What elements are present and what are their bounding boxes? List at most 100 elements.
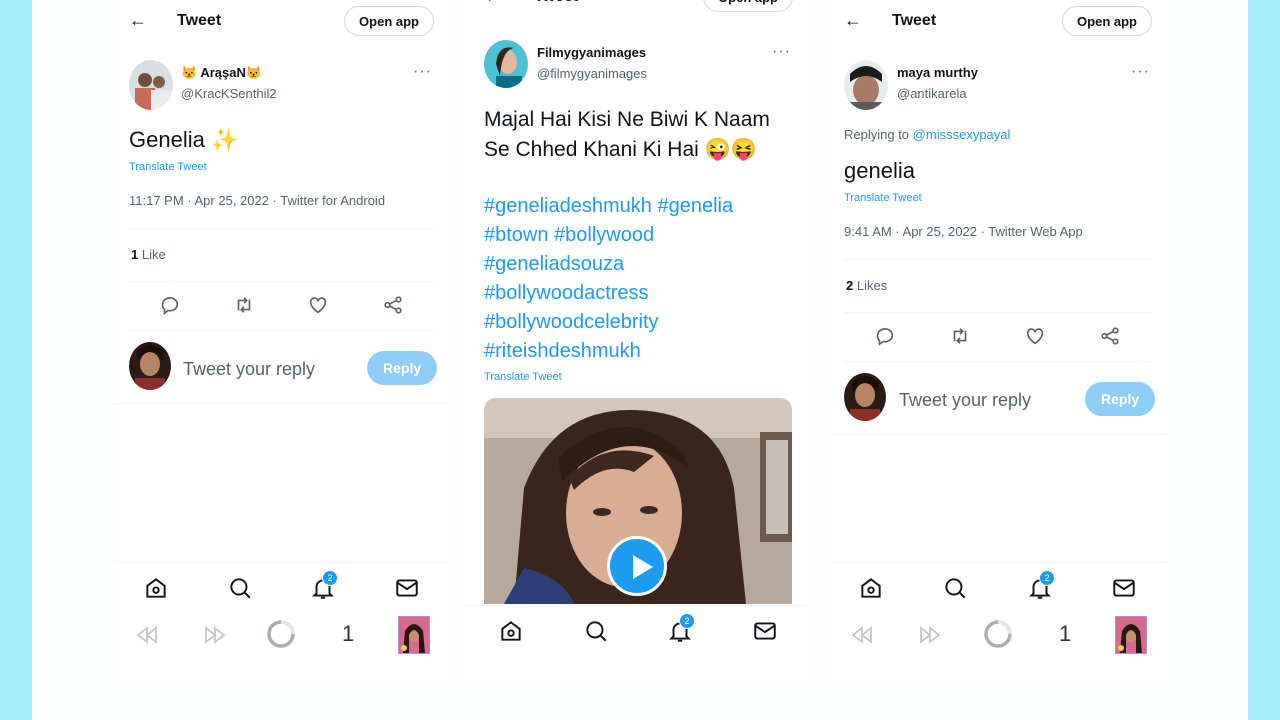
tweet-text: genelia: [844, 158, 915, 183]
divider: [844, 312, 1152, 313]
divider: [844, 259, 1152, 260]
notification-badge: 2: [1039, 570, 1055, 586]
media-counter: 1: [1059, 621, 1072, 646]
hashtag-line[interactable]: #bollywoodcelebrity: [484, 308, 733, 337]
tweet-header: ← Tweet Open app: [115, 0, 448, 44]
like-heart-icon[interactable]: [1024, 325, 1046, 347]
thumbnail-image[interactable]: [398, 616, 430, 654]
user-avatar[interactable]: [844, 373, 886, 421]
messages-icon[interactable]: [1111, 575, 1137, 601]
likes-number: 2: [846, 278, 854, 293]
likes-count[interactable]: 2 Likes: [846, 278, 887, 293]
messages-icon[interactable]: [752, 618, 778, 644]
translate-tweet-link[interactable]: Translate Tweet: [844, 192, 922, 204]
messages-icon[interactable]: [394, 575, 420, 601]
media-controls: 1: [115, 610, 448, 660]
tweet-header: ← Tweet Open app: [462, 0, 807, 20]
hashtag-line[interactable]: #geneliadeshmukh #genelia: [484, 192, 733, 221]
home-icon[interactable]: [498, 618, 524, 644]
reply-composer: Tweet your reply Reply: [115, 331, 448, 404]
more-options-icon[interactable]: ···: [1131, 63, 1150, 81]
tweet-header: ← Tweet Open app: [830, 0, 1166, 44]
replying-to: Replying to @misssexypayal: [844, 127, 1010, 142]
reply-button[interactable]: Reply: [367, 351, 438, 385]
author-name[interactable]: maya murthy: [897, 65, 978, 80]
retweet-icon[interactable]: [233, 294, 255, 316]
media-controls: 1: [830, 610, 1166, 660]
search-icon[interactable]: [227, 575, 253, 601]
back-arrow-icon[interactable]: ←: [129, 10, 147, 31]
likes-number: 1: [131, 247, 139, 262]
open-app-button[interactable]: Open app: [344, 6, 434, 36]
share-icon[interactable]: [1099, 325, 1121, 347]
reply-icon[interactable]: [159, 294, 181, 316]
reply-composer: Tweet your reply Reply: [830, 362, 1166, 435]
tweet-timestamp[interactable]: 11:17 PM · Apr 25, 2022 · Twitter for An…: [129, 193, 385, 208]
video-player[interactable]: [484, 398, 792, 604]
loading-spinner-icon: [984, 620, 1012, 648]
hashtag-line[interactable]: #bollywoodactress: [484, 279, 733, 308]
reply-input[interactable]: Tweet your reply: [183, 359, 315, 380]
tweet-panel-3: ← Tweet Open app maya murthy @antikarela…: [830, 0, 1166, 680]
home-icon[interactable]: [858, 575, 884, 601]
tweet-panel-2: ← Tweet Open app Filmygyanimages @filmyg…: [462, 0, 807, 680]
author-avatar[interactable]: [129, 60, 173, 110]
media-counter: 1: [342, 621, 355, 646]
fast-forward-icon[interactable]: [203, 625, 227, 645]
reply-icon[interactable]: [874, 325, 896, 347]
bottom-nav: 2: [830, 562, 1166, 613]
notification-badge: 2: [322, 570, 338, 586]
translate-tweet-link[interactable]: Translate Tweet: [484, 371, 562, 383]
divider: [129, 228, 434, 229]
more-options-icon[interactable]: ···: [772, 43, 791, 61]
divider: [129, 281, 434, 282]
hashtag-line[interactable]: #btown #bollywood: [484, 221, 733, 250]
rewind-icon[interactable]: [850, 625, 874, 645]
author-avatar[interactable]: [844, 60, 888, 110]
tweet-actions: [830, 321, 1166, 351]
open-app-button[interactable]: Open app: [703, 0, 793, 12]
notification-badge: 2: [679, 613, 695, 629]
back-arrow-icon[interactable]: ←: [844, 10, 862, 31]
author-name[interactable]: 😾 ArąşaN😾: [181, 65, 262, 81]
home-icon[interactable]: [143, 575, 169, 601]
play-button[interactable]: [607, 536, 667, 596]
open-app-button[interactable]: Open app: [1062, 6, 1152, 36]
hashtag-line[interactable]: #geneliadsouza: [484, 250, 733, 279]
loading-spinner-icon: [267, 620, 295, 648]
rewind-icon[interactable]: [135, 625, 159, 645]
author-avatar[interactable]: [484, 40, 528, 88]
replying-to-link[interactable]: @misssexypayal: [913, 127, 1011, 142]
like-heart-icon[interactable]: [307, 294, 329, 316]
bottom-nav: 2: [462, 605, 807, 656]
play-icon: [633, 555, 653, 579]
translate-tweet-link[interactable]: Translate Tweet: [129, 161, 207, 173]
author-handle[interactable]: @filmygyanimages: [537, 66, 647, 81]
likes-count[interactable]: 1 Like: [131, 247, 166, 262]
tweet-actions: [115, 290, 448, 320]
user-avatar[interactable]: [129, 342, 171, 390]
author-name[interactable]: Filmygyanimages: [537, 45, 646, 60]
search-icon[interactable]: [942, 575, 968, 601]
more-options-icon[interactable]: ···: [413, 63, 432, 81]
author-handle[interactable]: @antikarela: [897, 86, 967, 101]
tweet-text: Genelia ✨: [129, 127, 239, 152]
fast-forward-icon[interactable]: [918, 625, 942, 645]
author-handle[interactable]: @KracKSenthil2: [181, 86, 277, 101]
header-title: Tweet: [177, 12, 222, 29]
search-icon[interactable]: [583, 618, 609, 644]
likes-label: Like: [141, 247, 166, 262]
tweet-text: Majal Hai Kisi Ne Biwi K Naam Se Chhed K…: [484, 108, 770, 161]
reply-input[interactable]: Tweet your reply: [899, 390, 1031, 411]
tweet-timestamp[interactable]: 9:41 AM · Apr 25, 2022 · Twitter Web App: [844, 224, 1083, 239]
hashtag-line[interactable]: #riteishdeshmukh: [484, 337, 733, 366]
likes-label: Likes: [856, 278, 888, 293]
hashtag-list: #geneliadeshmukh #genelia #btown #bollyw…: [484, 192, 733, 366]
back-arrow-icon[interactable]: ←: [484, 0, 502, 7]
thumbnail-image[interactable]: [1115, 616, 1147, 654]
reply-button[interactable]: Reply: [1085, 382, 1156, 416]
share-icon[interactable]: [382, 294, 404, 316]
replying-to-prefix: Replying to: [844, 127, 910, 142]
retweet-icon[interactable]: [949, 325, 971, 347]
header-title: Tweet: [892, 12, 937, 29]
